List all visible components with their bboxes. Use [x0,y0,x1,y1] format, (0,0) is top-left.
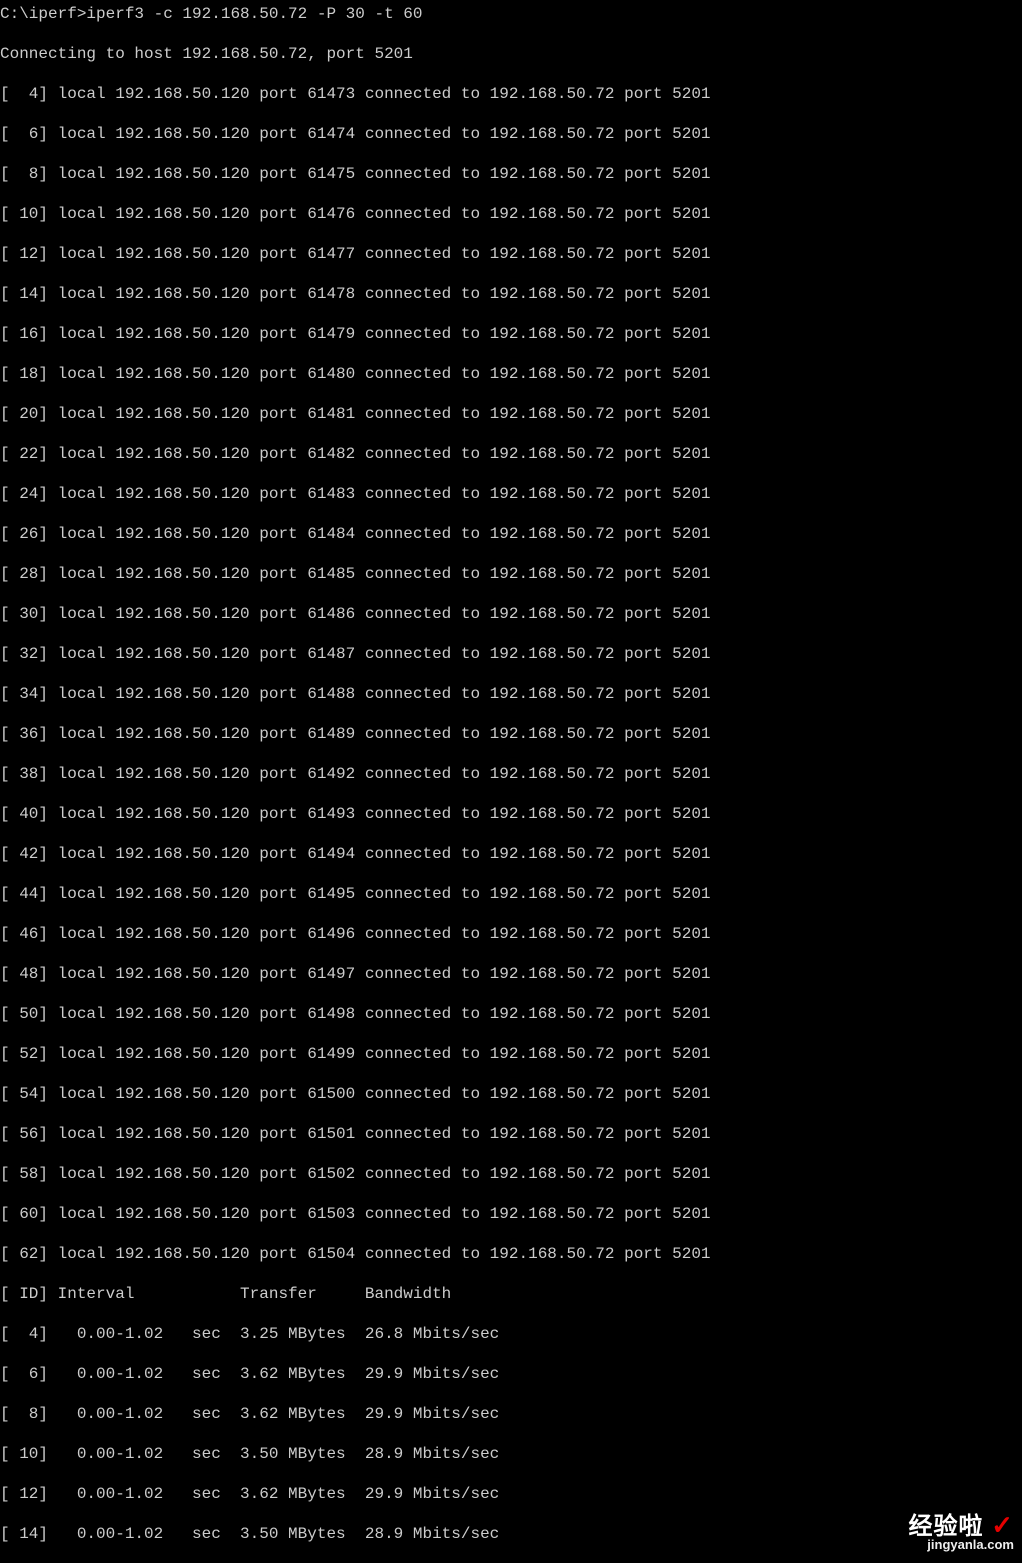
connection-line: [ 12] local 192.168.50.120 port 61477 co… [0,244,1022,264]
connection-line: [ 28] local 192.168.50.120 port 61485 co… [0,564,1022,584]
connection-line: [ 52] local 192.168.50.120 port 61499 co… [0,1044,1022,1064]
command-line: C:\iperf>iperf3 -c 192.168.50.72 -P 30 -… [0,4,1022,24]
connection-line: [ 32] local 192.168.50.120 port 61487 co… [0,644,1022,664]
connection-line: [ 62] local 192.168.50.120 port 61504 co… [0,1244,1022,1264]
connection-line: [ 16] local 192.168.50.120 port 61479 co… [0,324,1022,344]
stats-row: [ 8] 0.00-1.02 sec 3.62 MBytes 29.9 Mbit… [0,1404,1022,1424]
connection-line: [ 26] local 192.168.50.120 port 61484 co… [0,524,1022,544]
connection-line: [ 40] local 192.168.50.120 port 61493 co… [0,804,1022,824]
connection-line: [ 10] local 192.168.50.120 port 61476 co… [0,204,1022,224]
connecting-line: Connecting to host 192.168.50.72, port 5… [0,44,1022,64]
connection-line: [ 48] local 192.168.50.120 port 61497 co… [0,964,1022,984]
stats-row: [ 4] 0.00-1.02 sec 3.25 MBytes 26.8 Mbit… [0,1324,1022,1344]
stats-row: [ 14] 0.00-1.02 sec 3.50 MBytes 28.9 Mbi… [0,1524,1022,1544]
connection-line: [ 22] local 192.168.50.120 port 61482 co… [0,444,1022,464]
connection-line: [ 50] local 192.168.50.120 port 61498 co… [0,1004,1022,1024]
connection-line: [ 36] local 192.168.50.120 port 61489 co… [0,724,1022,744]
connection-line: [ 38] local 192.168.50.120 port 61492 co… [0,764,1022,784]
stats-row: [ 10] 0.00-1.02 sec 3.50 MBytes 28.9 Mbi… [0,1444,1022,1464]
connection-line: [ 46] local 192.168.50.120 port 61496 co… [0,924,1022,944]
stats-row: [ 6] 0.00-1.02 sec 3.62 MBytes 29.9 Mbit… [0,1364,1022,1384]
connection-line: [ 58] local 192.168.50.120 port 61502 co… [0,1164,1022,1184]
connection-line: [ 34] local 192.168.50.120 port 61488 co… [0,684,1022,704]
connection-line: [ 6] local 192.168.50.120 port 61474 con… [0,124,1022,144]
connection-line: [ 56] local 192.168.50.120 port 61501 co… [0,1124,1022,1144]
connection-line: [ 42] local 192.168.50.120 port 61494 co… [0,844,1022,864]
connection-line: [ 54] local 192.168.50.120 port 61500 co… [0,1084,1022,1104]
connection-line: [ 4] local 192.168.50.120 port 61473 con… [0,84,1022,104]
watermark: 经验啦 ✓ jingyanla.com [909,1515,1014,1555]
connection-line: [ 44] local 192.168.50.120 port 61495 co… [0,884,1022,904]
terminal-output[interactable]: C:\iperf>iperf3 -c 192.168.50.72 -P 30 -… [0,0,1022,1563]
connection-line: [ 18] local 192.168.50.120 port 61480 co… [0,364,1022,384]
connection-line: [ 30] local 192.168.50.120 port 61486 co… [0,604,1022,624]
connection-line: [ 8] local 192.168.50.120 port 61475 con… [0,164,1022,184]
connection-line: [ 14] local 192.168.50.120 port 61478 co… [0,284,1022,304]
connection-line: [ 60] local 192.168.50.120 port 61503 co… [0,1204,1022,1224]
stats-header: [ ID] Interval Transfer Bandwidth [0,1284,1022,1304]
connection-line: [ 20] local 192.168.50.120 port 61481 co… [0,404,1022,424]
stats-row: [ 12] 0.00-1.02 sec 3.62 MBytes 29.9 Mbi… [0,1484,1022,1504]
connection-line: [ 24] local 192.168.50.120 port 61483 co… [0,484,1022,504]
